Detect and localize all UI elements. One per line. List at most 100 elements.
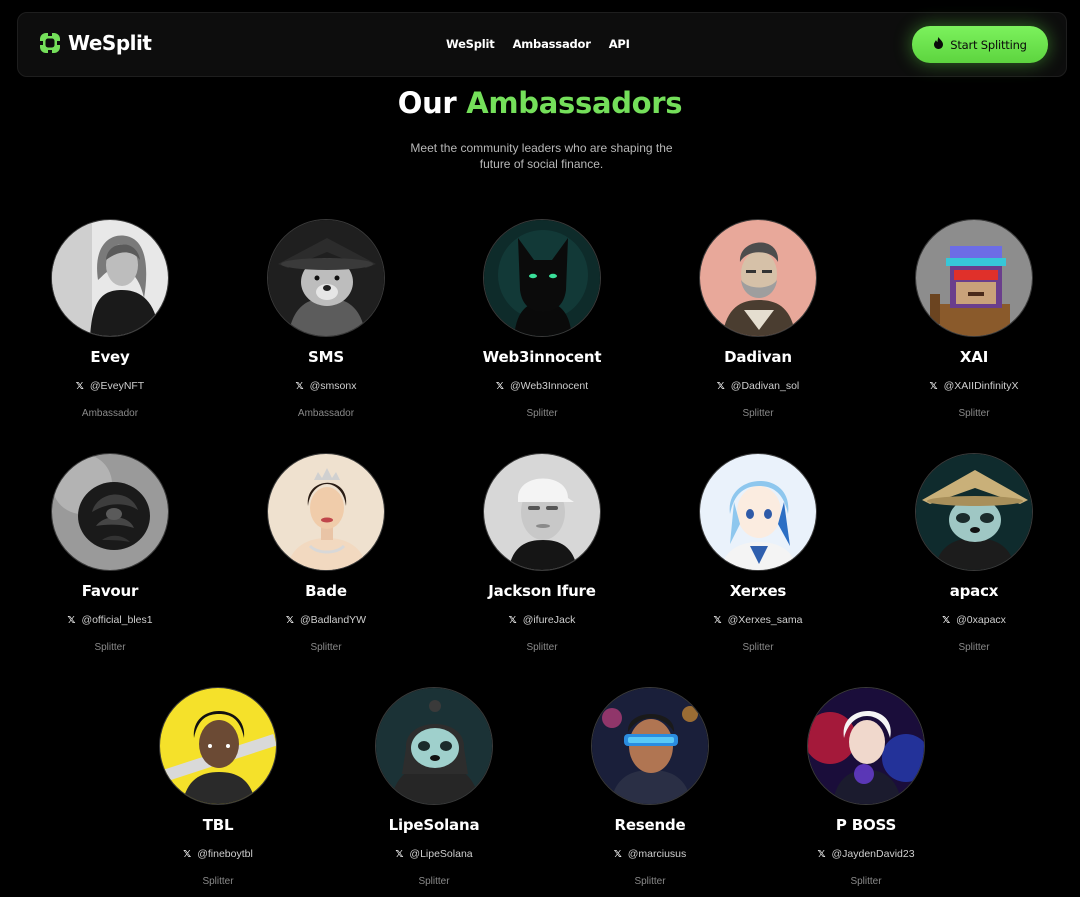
brand-logo-link[interactable]: WeSplit [38,31,152,55]
page-title: Our Ambassadors [0,86,1080,120]
ambassador-card: LipeSolana 𝕏 @LipeSolana Splitter [334,687,534,897]
x-icon: 𝕏 [495,380,504,392]
ambassador-handle-link[interactable]: 𝕏 @LipeSolana [334,848,534,860]
x-icon: 𝕏 [713,614,722,626]
avatar [699,219,817,337]
ambassador-card: Web3innocent 𝕏 @Web3Innocent Splitter [442,219,642,449]
ambassador-handle: @Dadivan_sol [730,380,800,392]
avatar [51,219,169,337]
ambassador-handle: @marciusus [627,848,687,860]
ambassador-card: Evey 𝕏 @EveyNFT Ambassador [10,219,210,449]
ambassador-name: P BOSS [835,816,897,834]
ambassador-handle: @official_bles1 [81,614,153,626]
nav-link-wesplit[interactable]: WeSplit [446,37,495,51]
ambassador-card: Dadivan 𝕏 @Dadivan_sol Splitter [658,219,858,449]
x-icon: 𝕏 [716,380,725,392]
x-icon: 𝕏 [613,848,622,860]
x-icon: 𝕏 [75,380,84,392]
ambassador-role: Splitter [202,876,234,887]
ambassador-role: Splitter [742,408,774,419]
x-icon: 𝕏 [285,614,294,626]
start-splitting-button[interactable]: Start Splitting [912,26,1048,63]
ambassador-card: Jackson Ifure 𝕏 @ifureJack Splitter [442,453,642,683]
nav-link-ambassador[interactable]: Ambassador [513,37,591,51]
avatar [483,453,601,571]
ambassador-handle: @Web3Innocent [509,380,589,392]
ambassador-name: LipeSolana [388,816,480,834]
ambassador-name: Evey [90,348,130,366]
ambassador-card: Xerxes 𝕏 @Xerxes_sama Splitter [658,453,858,683]
ambassador-role: Splitter [634,876,666,887]
flame-icon [933,37,944,52]
avatar [375,687,493,805]
panda-with-hat-avatar-icon [916,454,1032,570]
avatar [267,219,385,337]
ambassador-role: Ambassador [297,408,355,419]
ambassador-handle-link[interactable]: 𝕏 @fineboytbl [118,848,318,860]
ambassador-name: SMS [308,348,344,366]
ambassador-handle-link[interactable]: 𝕏 @official_bles1 [10,614,210,626]
avatar [591,687,709,805]
ambassador-name: apacx [949,582,999,600]
ambassador-handle: @fineboytbl [197,848,253,860]
ambassador-handle: @EveyNFT [89,380,145,392]
ambassador-name: Dadivan [724,348,792,366]
avatar [807,687,925,805]
ambassador-role: Splitter [742,642,774,653]
ambassador-role: Splitter [418,876,450,887]
ambassador-role: Splitter [958,408,990,419]
avatar [483,219,601,337]
ambassador-card: TBL 𝕏 @fineboytbl Splitter [118,687,318,897]
ambassador-handle-link[interactable]: 𝕏 @0xapacx [874,614,1074,626]
ambassador-handle-link[interactable]: 𝕏 @XAIIDinfinityX [874,380,1074,392]
x-icon: 𝕏 [295,380,304,392]
avatar [915,219,1033,337]
ambassador-handle: @LipeSolana [409,848,473,860]
ambassador-card: P BOSS 𝕏 @JaydenDavid23 Splitter [766,687,966,897]
ambassador-handle-link[interactable]: 𝕏 @ifureJack [442,614,642,626]
nav-links: WeSplit Ambassador API [446,37,630,51]
ambassador-handle-link[interactable]: 𝕏 @BadlandYW [226,614,426,626]
ambassador-role: Splitter [526,408,558,419]
ambassador-card: apacx 𝕏 @0xapacx Splitter [874,453,1074,683]
ambassador-card: Resende 𝕏 @marciusus Splitter [550,687,750,897]
ambassador-role: Splitter [94,642,126,653]
x-icon: 𝕏 [183,848,192,860]
avatar [159,687,277,805]
ambassador-name: XAI [959,348,989,366]
pixel-ape-avatar-icon [916,220,1032,336]
ambassador-name: Favour [81,582,139,600]
ambassador-handle-link[interactable]: 𝕏 @smsonx [226,380,426,392]
navbar: WeSplit WeSplit Ambassador API Start Spl… [17,12,1067,77]
ambassador-role: Splitter [310,642,342,653]
ambassador-handle-link[interactable]: 𝕏 @Dadivan_sol [658,380,858,392]
ambassador-role: Splitter [526,642,558,653]
brand-name: WeSplit [68,31,152,55]
anime-neon-avatar-icon [808,688,924,804]
x-icon: 𝕏 [929,380,938,392]
ambassador-handle-link[interactable]: 𝕏 @Xerxes_sama [658,614,858,626]
page-title-accent: Ambassadors [466,86,683,120]
ambassador-role: Splitter [850,876,882,887]
black-cat-avatar-icon [484,220,600,336]
ambassador-handle-link[interactable]: 𝕏 @marciusus [550,848,750,860]
ambassador-handle: @0xapacx [956,614,1006,626]
ambassador-name: Web3innocent [482,348,602,366]
x-icon: 𝕏 [942,614,951,626]
start-splitting-label: Start Splitting [950,37,1027,52]
ambassador-name: TBL [202,816,234,834]
ambassador-name: Xerxes [729,582,787,600]
white-cap-character-avatar-icon [484,454,600,570]
x-icon: 𝕏 [817,848,826,860]
bearded-man-sketch-avatar-icon [700,220,816,336]
ambassador-handle-link[interactable]: 𝕏 @EveyNFT [10,380,210,392]
page-subtitle: Meet the community leaders who are shapi… [410,141,673,171]
ambassador-card: XAI 𝕏 @XAIIDinfinityX Splitter [874,219,1074,449]
woman-portrait-avatar-icon [52,220,168,336]
page-title-prefix: Our [397,86,457,120]
ambassador-handle-link[interactable]: 𝕏 @JaydenDavid23 [766,848,966,860]
wesplit-logo-icon [38,31,62,55]
ambassador-handle-link[interactable]: 𝕏 @Web3Innocent [442,380,642,392]
ambassador-handle: @JaydenDavid23 [831,848,915,860]
nav-link-api[interactable]: API [609,37,630,51]
